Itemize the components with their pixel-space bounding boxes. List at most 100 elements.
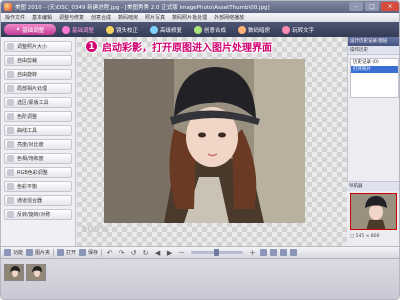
zoom-out-icon[interactable]: －: [177, 248, 186, 258]
tool-hue[interactable]: 色相/饱和度: [4, 153, 72, 164]
brightness-icon: [7, 141, 14, 148]
tool-brightness[interactable]: 亮度/对比度: [4, 139, 72, 150]
zoom-in-icon[interactable]: ＋: [248, 248, 257, 258]
tool-levels[interactable]: 色阶调整: [4, 111, 72, 122]
tool-rotate[interactable]: 自由旋转: [4, 69, 72, 80]
photo-canvas[interactable]: [104, 59, 305, 223]
tab-label: 创意合成: [204, 27, 227, 34]
tool-local-edit[interactable]: 局部相片处理: [4, 83, 72, 94]
tool-label: 曲线工具: [17, 128, 38, 134]
zoom-slider-handle[interactable]: [213, 249, 219, 256]
lens-icon: [106, 25, 115, 34]
step-caption: 启动彩影，打开原图进入图片处理界面: [102, 43, 272, 54]
bottom-toolbar: 功能 图片夹 打开 保存 ↶ ↷ ↺ ↻ ◀ ▶ － ＋: [1, 246, 399, 258]
tool-label: 通道混合器: [17, 198, 43, 204]
tool-curves[interactable]: 曲线工具: [4, 125, 72, 136]
filmstrip-thumbnail[interactable]: [4, 264, 24, 281]
app-window: 美图 2010 - (天)DSC_0349 新建进程.jpg - [美图秀秀 2…: [0, 0, 400, 300]
menu-item-adjust[interactable]: 调整与修复: [59, 14, 84, 21]
function-tab-bar: ✦ 基础调整 基础调整 镜头校正 高级修复 创意合成 数码暗房 玩转文字: [1, 22, 399, 37]
function-label: 功能: [13, 250, 24, 256]
compare-icon[interactable]: [290, 249, 298, 256]
fullscreen-icon[interactable]: [280, 249, 288, 256]
menu-item-file[interactable]: 操作文件: [5, 14, 25, 21]
zoom-slider[interactable]: [191, 249, 244, 256]
menu-item-darkroom[interactable]: 数码暗房: [118, 14, 138, 21]
tool-color-balance[interactable]: 色彩平衡: [4, 181, 72, 192]
menu-item-external[interactable]: 外部网络播放: [214, 14, 244, 21]
folder-button[interactable]: 图片夹: [26, 249, 50, 256]
rotate-right-icon[interactable]: ↻: [141, 249, 150, 257]
close-button[interactable]: ×: [381, 2, 399, 11]
selection-icon: [7, 99, 14, 106]
tool-label: 反转/旋转/对称: [17, 212, 51, 218]
tab-darkroom[interactable]: 数码暗房: [232, 22, 276, 37]
tool-label: 色阶调整: [17, 114, 38, 120]
undo-icon[interactable]: ↶: [105, 249, 114, 257]
tab-lens-correct[interactable]: 镜头校正: [100, 22, 144, 37]
function-icon: [4, 249, 11, 256]
maximize-button[interactable]: □: [365, 2, 379, 11]
tool-channel-mixer[interactable]: 通道混合器: [4, 195, 72, 206]
channel-icon: [7, 197, 14, 204]
menu-item-batch[interactable]: 数码照片批处理: [172, 14, 207, 21]
folder-icon: [26, 249, 34, 256]
history-item-selected[interactable]: 打开照片: [351, 66, 398, 73]
previous-icon[interactable]: ◀: [153, 249, 162, 257]
image-dimensions: □ 545 × 800: [350, 234, 380, 239]
text-icon: [282, 25, 291, 34]
filmstrip-thumbnail[interactable]: [26, 264, 46, 281]
fit-icon[interactable]: [260, 249, 268, 256]
step-number-badge: 1: [85, 40, 98, 53]
tab-advanced-repair[interactable]: 高级修复: [144, 22, 188, 37]
next-icon[interactable]: ▶: [165, 249, 174, 257]
zoom-percentage: 100%: [81, 225, 109, 235]
tool-resize[interactable]: 调整照片大小: [4, 41, 72, 52]
history-panel-subheader: 操作历史: [348, 46, 399, 55]
tab-creative-composite[interactable]: 创意合成: [188, 22, 232, 37]
tool-label: 色相/饱和度: [17, 156, 44, 162]
navigator-title: 导航器: [347, 182, 399, 191]
menu-item-edit[interactable]: 基本编辑: [32, 14, 52, 21]
tool-panel: 调整照片大小 自由剪裁 自由旋转 局部相片处理 选区/蒙版工具 色阶调整 曲线工…: [1, 37, 76, 246]
tool-label: 色彩平衡: [17, 184, 38, 190]
rotate-left-icon[interactable]: ↺: [129, 249, 138, 257]
save-label: 保存: [88, 250, 99, 256]
tab-label: 基础调整: [72, 27, 95, 34]
tool-rgb[interactable]: RGB色彩调整: [4, 167, 72, 178]
tool-flip[interactable]: 反转/旋转/对称: [4, 209, 72, 220]
tab-label: 数码暗房: [248, 27, 271, 34]
menu-item-composite[interactable]: 创意合成: [91, 14, 111, 21]
tool-crop[interactable]: 自由剪裁: [4, 55, 72, 66]
portrait-photo: [104, 59, 305, 223]
tool-selection[interactable]: 选区/蒙版工具: [4, 97, 72, 108]
separator: [101, 248, 103, 257]
crop-icon: [7, 57, 14, 64]
navigator-panel: 导航器 □ 545 × 800: [347, 181, 399, 246]
tab-text[interactable]: 玩转文字: [276, 22, 320, 37]
function-button[interactable]: 功能: [4, 249, 23, 256]
actual-size-icon[interactable]: [270, 249, 278, 256]
tab-home-label: 基础调整: [22, 27, 45, 34]
thumbnail-photo: [27, 265, 45, 280]
tab-basic-adjust[interactable]: 基础调整: [56, 22, 100, 37]
redo-icon[interactable]: ↷: [117, 249, 126, 257]
open-label: 打开: [66, 250, 77, 256]
save-icon: [79, 249, 87, 256]
history-item[interactable]: 历史记录 (0): [351, 59, 398, 66]
navigator-thumbnail[interactable]: [350, 193, 397, 230]
navigator-photo: [351, 194, 396, 229]
menu-item-photo[interactable]: 照片写真: [145, 14, 165, 21]
home-icon: ✦: [15, 26, 21, 33]
open-icon: [57, 249, 65, 256]
darkroom-icon: [238, 25, 247, 34]
tab-home-button[interactable]: ✦ 基础调整: [4, 24, 56, 35]
open-button[interactable]: 打开: [57, 249, 76, 256]
composite-icon: [194, 25, 203, 34]
curves-icon: [7, 127, 14, 134]
minimize-button[interactable]: –: [349, 2, 363, 11]
thumbnail-photo: [5, 265, 23, 280]
app-logo-icon: [4, 3, 12, 11]
save-button[interactable]: 保存: [79, 249, 98, 256]
menu-bar: 操作文件 基本编辑 调整与修复 创意合成 数码暗房 照片写真 数码照片批处理 外…: [1, 13, 399, 22]
